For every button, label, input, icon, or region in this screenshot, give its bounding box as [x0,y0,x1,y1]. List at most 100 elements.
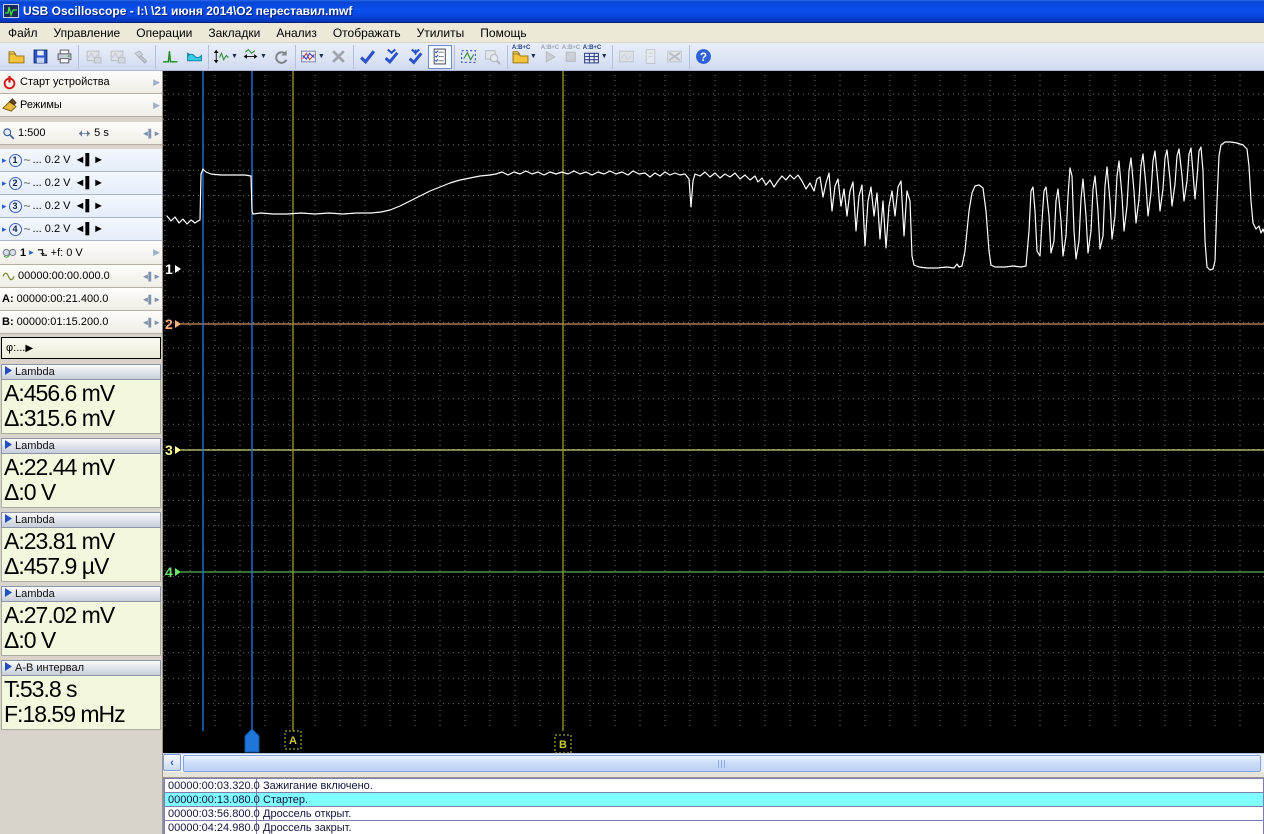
oscilloscope-plot[interactable]: 1234AB [163,71,1264,753]
print-icon[interactable] [52,45,76,69]
menu-item-7[interactable]: Утилиты [409,24,473,42]
menu-item-2[interactable]: Управление [46,24,129,42]
sidebar: Старт устройства ▶ Режимы ▶ 1:500 5 s [0,71,163,834]
log-row[interactable]: 00000:04:24.980.0Дроссель закрыт. [164,820,1264,834]
start-device-row[interactable]: Старт устройства ▶ [0,71,162,94]
panel-header[interactable]: Lambda [1,512,161,528]
script-settings-icon[interactable]: A:B+C▼ [581,45,610,69]
inspect-icon[interactable] [481,45,505,69]
report-list-icon[interactable] [428,45,452,69]
phi-row[interactable]: φ:... ▶ [1,337,161,359]
panel-title: Lambda [15,588,55,600]
adjust-arrows-icon[interactable]: ◄▌► [74,154,104,166]
menu-item-6[interactable]: Отображать [325,24,409,42]
log-row[interactable]: 00000:00:13.080.0Стартер. [164,792,1264,807]
separator-bar [163,771,1264,778]
signal-view-icon[interactable] [182,45,206,69]
channel-range-value: ... 0.2 V [33,177,71,189]
channel-3-marker[interactable]: 3 [165,442,173,458]
time-cursor-row[interactable]: 00000:00:00.000.0 ◄▌► [0,265,162,288]
arrow-icon: ▸ [2,178,7,189]
zoom-row[interactable]: 1:500 5 s ◄▌► [0,122,162,145]
panel-header[interactable]: A-B интервал [1,660,161,676]
channel-2-marker[interactable]: 2 [165,316,173,332]
panel-arrow-icon [5,514,12,526]
toolbar-group: ▼ [296,45,354,69]
adjust-arrows-icon[interactable]: ◄▌► [74,200,104,212]
accept-next-icon[interactable] [404,45,428,69]
scrollbar-thumb[interactable] [183,755,1261,772]
tools-icon[interactable] [129,45,153,69]
menu-item-5[interactable]: Анализ [268,24,325,42]
channel-1-row[interactable]: ▸1~... 0.2 V◄▌► [0,149,162,172]
copy-waveform-icon[interactable] [81,45,105,69]
delete-icon[interactable] [327,45,351,69]
amplitude-scale-icon[interactable]: ▼ [211,45,240,69]
adjust-arrows-icon[interactable]: ◄▌► [141,295,160,304]
accept-all-icon[interactable] [380,45,404,69]
panel-values: A:23.81 mVΔ:457.9 µV [1,528,161,582]
channel-4-row[interactable]: ▸4~... 0.2 V◄▌► [0,218,162,241]
expand-arrow-icon[interactable]: ▶ [153,77,160,88]
channel-range-value: ... 0.2 V [33,223,71,235]
frame-view-icon[interactable] [615,45,639,69]
wave-icon: ~ [24,153,31,167]
open-file-icon[interactable] [4,45,28,69]
adjust-arrows-icon[interactable]: ◄▌► [142,129,161,138]
channel-3-row[interactable]: ▸3~... 0.2 V◄▌► [0,195,162,218]
channel-1-marker[interactable]: 1 [165,261,173,277]
select-range-icon[interactable] [457,45,481,69]
panel-arrow-icon [5,662,12,674]
scroll-left-button[interactable]: ‹ [163,754,181,771]
menu-item-1[interactable]: Файл [0,24,46,42]
panel-values: A:27.02 mVΔ:0 V [1,602,161,656]
undo-icon[interactable] [269,45,293,69]
help-icon[interactable]: ? [692,45,716,69]
trigger-channel: 1 [20,247,26,259]
horizontal-scrollbar[interactable]: ‹ [163,753,1264,771]
time-width-icon [78,128,91,139]
channel-4-marker[interactable]: 4 [165,564,173,580]
frame-page-icon[interactable] [639,45,663,69]
adjust-arrows-icon[interactable]: ◄▌► [74,177,104,189]
overlay-icon[interactable]: ▼ [298,45,327,69]
measurement-value: A:27.02 mV [4,603,158,628]
save-file-icon[interactable] [28,45,52,69]
channel-2-row[interactable]: ▸2~... 0.2 V◄▌► [0,172,162,195]
log-row[interactable]: 00000:00:03.320.0Зажигание включено. [164,778,1264,793]
trigger-mode: +f: [51,247,64,259]
panel-header[interactable]: Lambda [1,364,161,380]
menu-item-4[interactable]: Закладки [200,24,268,42]
expand-arrow-icon[interactable]: ▶ [153,100,160,111]
script-run-icon[interactable]: A:B+C [539,45,560,69]
spike-view-icon[interactable] [158,45,182,69]
adjust-arrows-icon[interactable]: ◄▌► [74,223,104,235]
adjust-arrows-icon[interactable]: ◄▌► [141,318,160,327]
expand-arrow-icon[interactable]: ▶ [25,343,33,354]
wave-icon: ~ [24,176,31,190]
script-open-icon[interactable]: A:B+C▼ [510,45,539,69]
measurement-panel-2: LambdaA:22.44 mVΔ:0 V [1,438,161,508]
trigger-row[interactable]: 1 ▸ +f: 0 V ▶ [0,241,162,265]
menu-item-3[interactable]: Операции [128,24,200,42]
cursor-a-row[interactable]: A: 00000:00:21.400.0 ◄▌► [0,288,162,311]
copy-fragment-icon[interactable] [105,45,129,69]
waveform-svg[interactable]: 1234AB [163,71,1264,753]
adjust-arrows-icon[interactable]: ◄▌► [141,272,160,281]
time-scale-icon[interactable]: ▼ [240,45,269,69]
panel-header[interactable]: Lambda [1,586,161,602]
panel-header[interactable]: Lambda [1,438,161,454]
accept-icon[interactable] [356,45,380,69]
frame-close-icon[interactable] [663,45,687,69]
modes-row[interactable]: Режимы ▶ [0,94,162,117]
expand-arrow-icon[interactable]: ▶ [153,247,160,258]
log-row[interactable]: 00000:03:56.800.0Дроссель открыт. [164,806,1264,821]
script-stop-icon[interactable]: A:B+C [560,45,581,69]
menu-item-8[interactable]: Помощь [472,24,534,42]
channel-range-value: ... 0.2 V [33,200,71,212]
window-title: USB Oscilloscope - I:\ \21 июня 2014\О2 … [23,4,352,18]
log-event-text: Дроссель открыт. [257,808,357,820]
toolbar-group [79,45,156,69]
cursor-b-row[interactable]: B: 00000:01:15.200.0 ◄▌► [0,311,162,334]
log-timestamp: 00000:00:03.320.0 [165,779,257,792]
